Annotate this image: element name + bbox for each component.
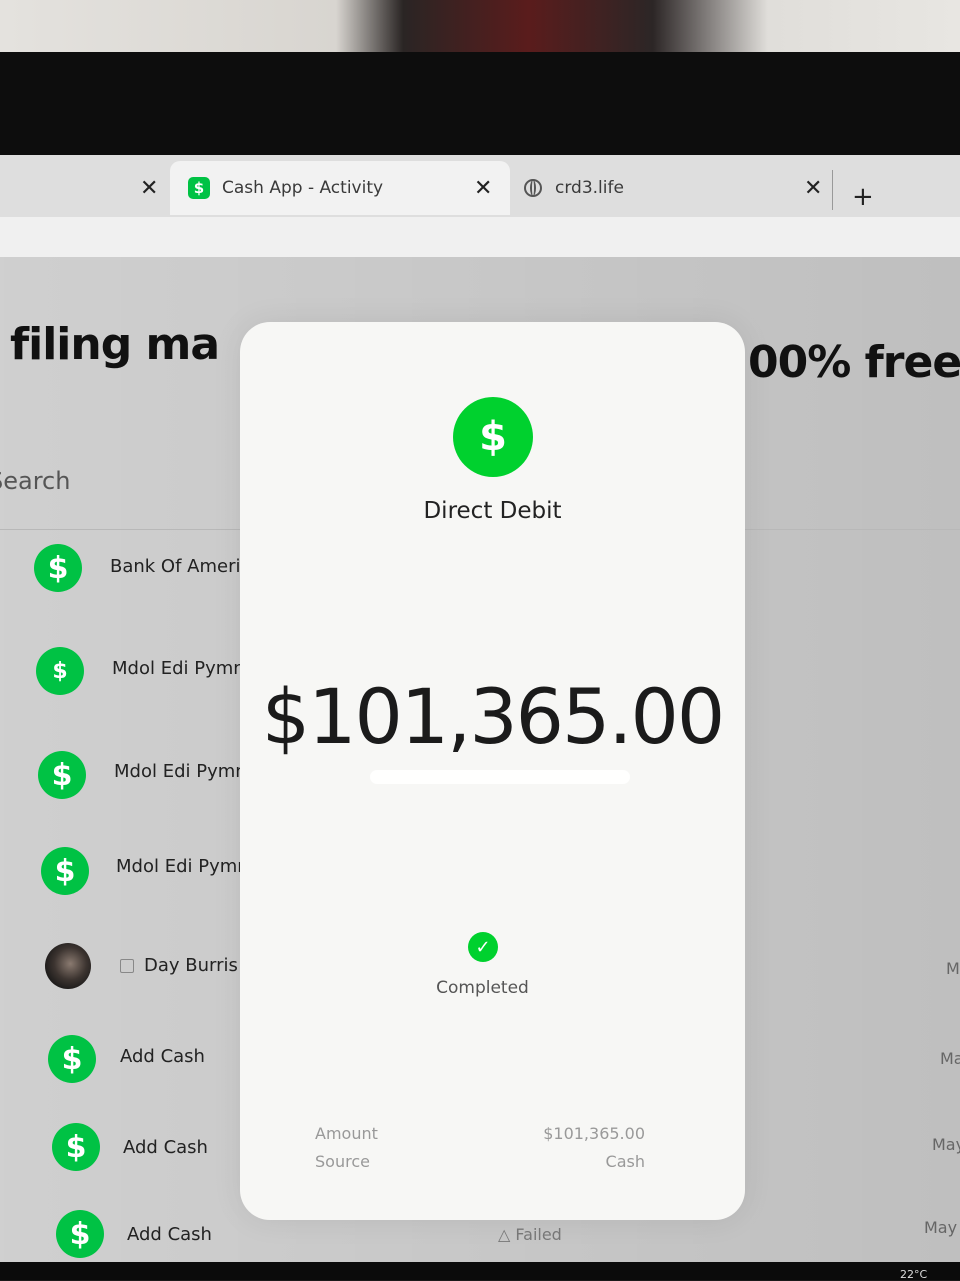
cash-app-icon: $ — [41, 847, 89, 895]
transaction-amount: $101,365.00 — [261, 672, 726, 761]
new-tab-button[interactable]: + — [852, 184, 874, 210]
calendar-icon — [120, 959, 134, 973]
tab-cash-app-activity[interactable]: $ Cash App - Activity ✕ — [170, 161, 510, 215]
activity-date: M — [946, 959, 960, 978]
warning-icon: △ — [498, 1225, 511, 1244]
activity-date: May — [924, 1218, 958, 1237]
close-tab-icon[interactable]: ✕ — [474, 176, 492, 201]
activity-name: Mdol Edi Pymn — [112, 658, 245, 679]
close-tab-icon[interactable]: ✕ — [140, 176, 158, 201]
activity-name: Add Cash — [127, 1224, 212, 1245]
failed-label: Failed — [515, 1225, 562, 1244]
cash-app-icon: $ — [56, 1210, 104, 1258]
activity-name: Mdol Edi Pymn — [114, 761, 247, 782]
cash-app-icon: $ — [453, 397, 533, 477]
detail-value-source: Cash — [605, 1152, 645, 1171]
activity-name: Add Cash — [120, 1046, 205, 1067]
address-bar-area — [0, 217, 960, 257]
promo-banner-left: filing ma — [10, 319, 220, 370]
tab-title: Cash App - Activity — [222, 178, 384, 198]
failed-status: △ Failed — [498, 1225, 562, 1244]
close-tab-icon[interactable]: ✕ — [804, 176, 822, 201]
tab-previous[interactable]: ✕ — [0, 161, 170, 215]
activity-name: Add Cash — [123, 1137, 208, 1158]
redacted-line — [370, 770, 630, 784]
avatar — [45, 943, 91, 989]
transaction-detail-modal: $ Direct Debit $101,365.00 ✓ Completed A… — [240, 322, 745, 1220]
cash-app-icon: $ — [48, 1035, 96, 1083]
detail-label-amount: Amount — [315, 1124, 378, 1143]
cash-app-icon: $ — [36, 647, 84, 695]
globe-icon — [524, 179, 542, 197]
tab-divider — [832, 170, 833, 210]
detail-value-amount: $101,365.00 — [543, 1124, 645, 1143]
activity-name: Day Burris — [144, 955, 238, 976]
cash-app-icon: $ — [38, 751, 86, 799]
checkmark-icon: ✓ — [468, 932, 498, 962]
tab-crd3-life[interactable]: crd3.life ✕ — [510, 161, 830, 215]
room-background — [0, 0, 960, 60]
transaction-title: Direct Debit — [423, 498, 562, 524]
cash-app-favicon-icon: $ — [188, 177, 210, 199]
detail-label-source: Source — [315, 1152, 370, 1171]
tab-strip: ✕ $ Cash App - Activity ✕ crd3.life ✕ — [0, 155, 960, 217]
activity-date: May — [932, 1135, 960, 1154]
activity-name: Mdol Edi Pymn — [116, 856, 249, 877]
promo-banner-right: 00% free — [748, 337, 960, 388]
activity-name: Bank Of Ameri — [110, 556, 241, 577]
transaction-status: Completed — [436, 978, 529, 998]
os-taskbar — [0, 1262, 960, 1280]
monitor-bezel — [0, 52, 960, 162]
taskbar-weather: 22°C — [900, 1268, 928, 1281]
tab-title: crd3.life — [555, 178, 624, 198]
cash-app-icon: $ — [52, 1123, 100, 1171]
cash-app-icon: $ — [34, 544, 82, 592]
search-input[interactable]: Search — [0, 467, 70, 495]
activity-date: Ma — [940, 1049, 960, 1068]
